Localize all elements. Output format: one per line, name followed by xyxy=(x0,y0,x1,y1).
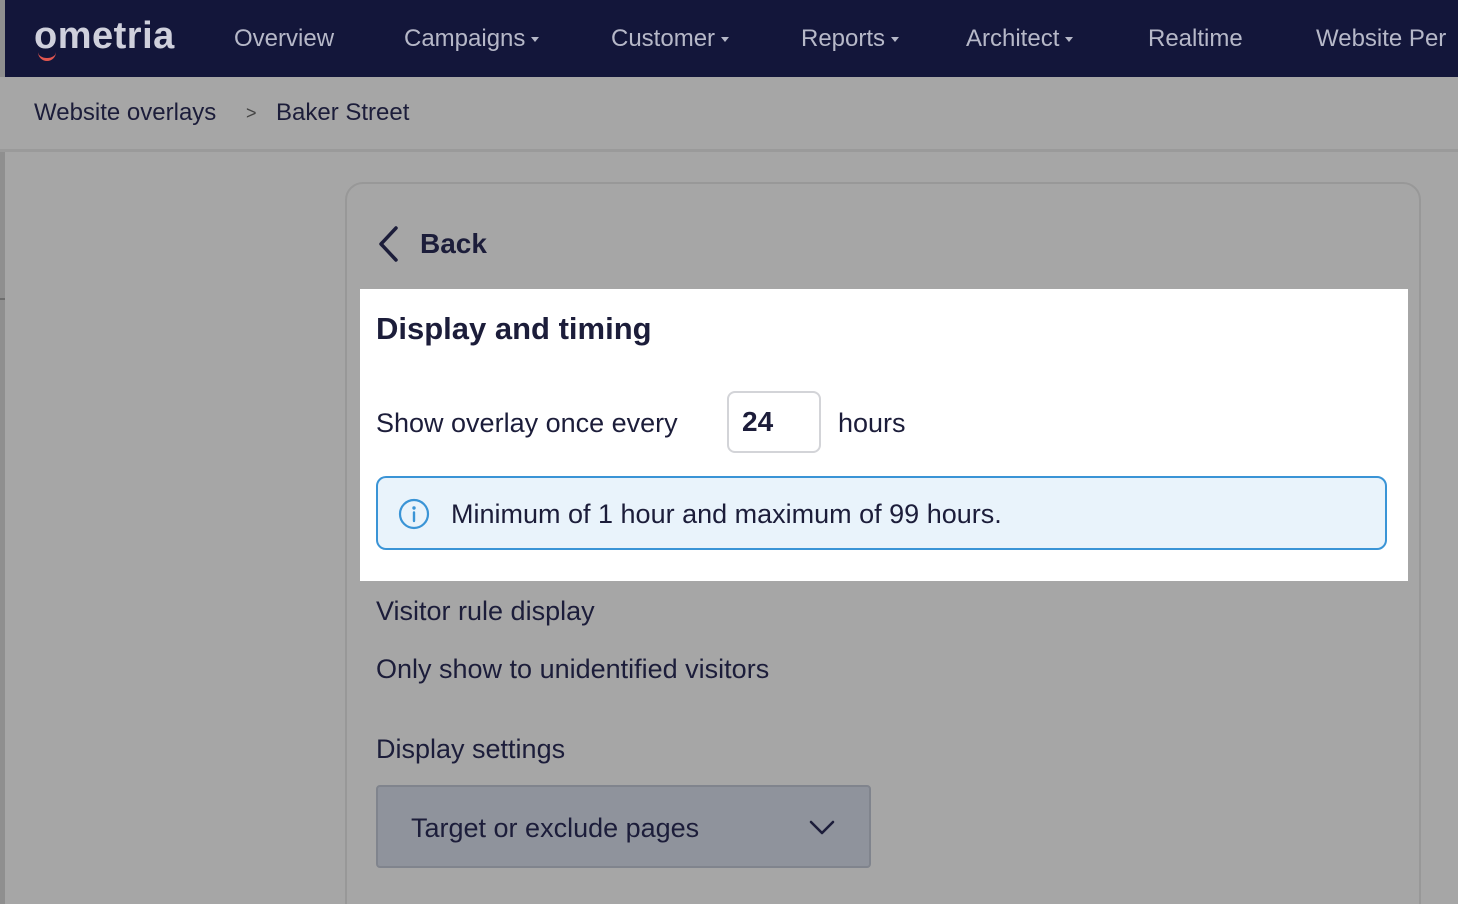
logo-smile-icon xyxy=(38,52,56,61)
section-title-display-settings: Display settings xyxy=(376,734,566,764)
left-edge-divider xyxy=(0,298,5,300)
nav-item-realtime[interactable]: Realtime xyxy=(1148,0,1243,77)
section-title-visitor-rule: Visitor rule display xyxy=(376,596,595,626)
frequency-unit-label: hours xyxy=(838,408,906,438)
visitor-rule-value: Only show to unidentified visitors xyxy=(376,654,770,684)
nav-item-overview[interactable]: Overview xyxy=(234,0,334,77)
nav-item-label: Website Per xyxy=(1316,24,1447,52)
back-button[interactable]: Back xyxy=(376,224,487,264)
nav-item-label: Campaigns xyxy=(404,24,526,52)
frequency-hours-input[interactable] xyxy=(727,391,821,453)
nav-item-customer[interactable]: Customer xyxy=(611,0,730,77)
breadcrumb-item-website-overlays[interactable]: Website overlays xyxy=(34,99,216,127)
caret-down-icon xyxy=(721,37,730,42)
nav-item-label: Reports xyxy=(801,24,886,52)
top-navigation: ometria Overview Campaigns Customer Repo… xyxy=(0,0,1458,77)
nav-item-label: Architect xyxy=(966,24,1060,52)
section-title-display-timing: Display and timing xyxy=(376,311,652,346)
chevron-left-icon xyxy=(379,226,398,262)
breadcrumb: Website overlays > Baker Street xyxy=(0,77,1458,152)
nav-item-campaigns[interactable]: Campaigns xyxy=(404,0,540,77)
caret-down-icon xyxy=(531,37,540,42)
chevron-down-icon xyxy=(809,820,835,835)
frequency-label: Show overlay once every xyxy=(376,408,678,438)
back-label: Back xyxy=(420,228,487,259)
nav-item-reports[interactable]: Reports xyxy=(801,0,900,77)
nav-item-label: Overview xyxy=(234,24,335,52)
info-text: Minimum of 1 hour and maximum of 99 hour… xyxy=(451,499,1002,529)
breadcrumb-item-current: Baker Street xyxy=(276,99,410,126)
nav-item-architect[interactable]: Architect xyxy=(966,0,1074,77)
nav-item-label: Customer xyxy=(611,24,716,52)
info-banner: Minimum of 1 hour and maximum of 99 hour… xyxy=(376,476,1387,550)
caret-down-icon xyxy=(1065,37,1074,42)
page: ometria Overview Campaigns Customer Repo… xyxy=(0,0,1458,904)
target-pages-select[interactable]: Target or exclude pages xyxy=(376,785,871,868)
select-label: Target or exclude pages xyxy=(411,813,700,843)
breadcrumb-separator: > xyxy=(246,103,257,123)
caret-down-icon xyxy=(891,37,900,42)
nav-item-label: Realtime xyxy=(1148,24,1243,52)
nav-item-website-personalisation[interactable]: Website Per xyxy=(1316,0,1446,77)
info-icon xyxy=(398,498,430,530)
